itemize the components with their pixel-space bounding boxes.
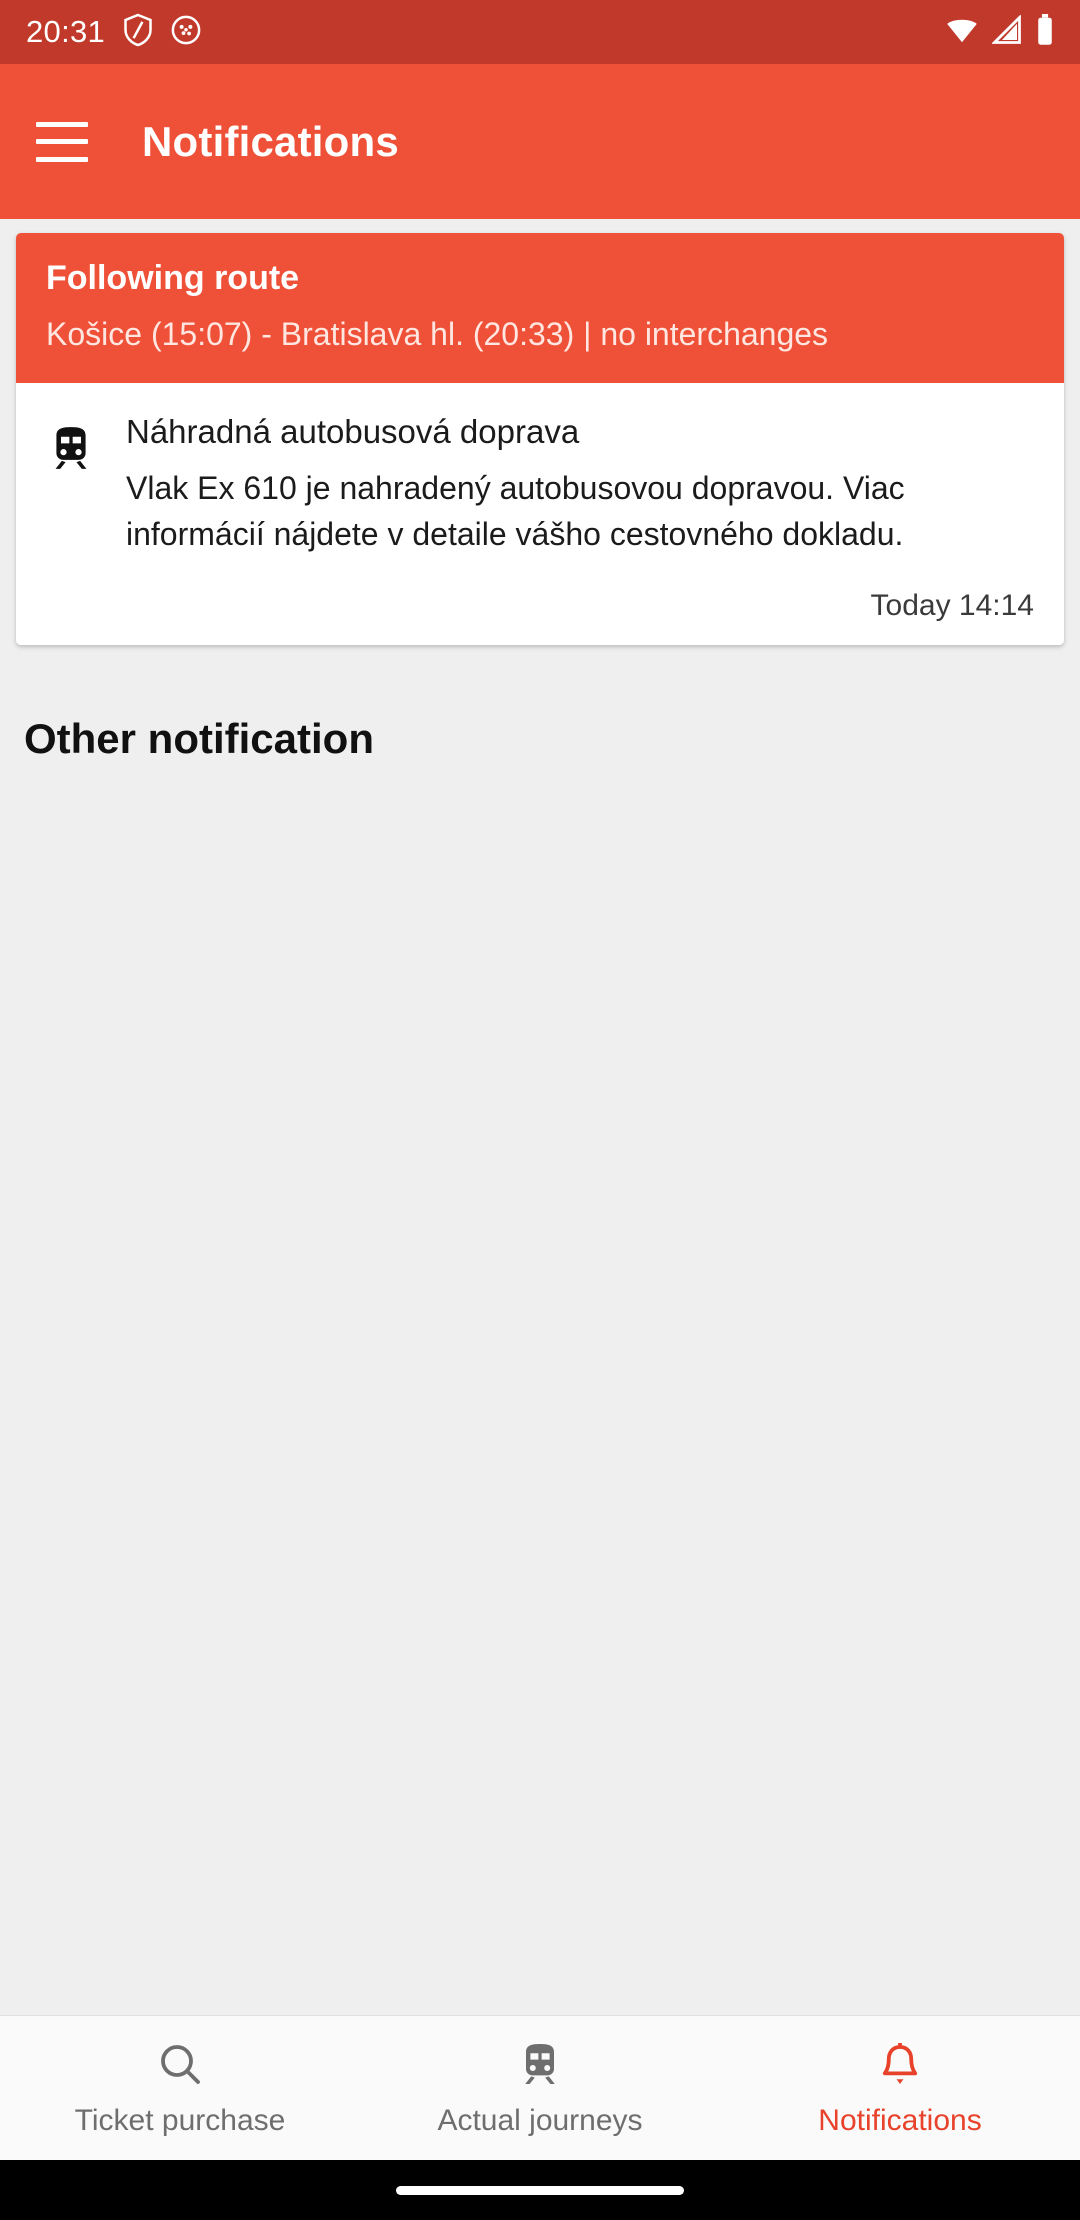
notification-text-block: Náhradná autobusová doprava Vlak Ex 610 … bbox=[104, 411, 1034, 557]
notification-timestamp: Today 14:14 bbox=[870, 589, 1034, 623]
status-bar-right bbox=[946, 13, 1054, 51]
nav-item-notifications[interactable]: Notifications bbox=[720, 2038, 1080, 2138]
search-icon bbox=[156, 2038, 204, 2090]
home-indicator[interactable] bbox=[396, 2185, 684, 2195]
battery-icon bbox=[1036, 13, 1054, 51]
bottom-navigation-bar: Ticket purchase Actual journeys Notifica… bbox=[0, 2015, 1080, 2160]
shield-icon bbox=[123, 13, 153, 52]
page-title: Notifications bbox=[142, 117, 399, 165]
wifi-icon bbox=[946, 15, 978, 50]
cellular-signal-icon bbox=[991, 13, 1022, 50]
nav-item-actual-journeys[interactable]: Actual journeys bbox=[360, 2038, 720, 2138]
notification-description: Vlak Ex 610 je nahradený autobusovou dop… bbox=[126, 470, 905, 552]
route-summary: Košice (15:07) - Bratislava hl. (20:33) … bbox=[46, 315, 829, 352]
status-bar-clock: 20:31 bbox=[26, 14, 106, 49]
app-screen: 20:31 Notifications Following route Koši… bbox=[0, 0, 1080, 2220]
content-area: Following route Košice (15:07) - Bratisl… bbox=[0, 219, 1080, 2015]
nav-label-actual-journeys: Actual journeys bbox=[437, 2104, 643, 2137]
train-icon bbox=[516, 2038, 564, 2090]
following-route-title: Following route bbox=[46, 259, 300, 297]
status-bar-left: 20:31 bbox=[26, 13, 201, 52]
notification-card[interactable]: Following route Košice (15:07) - Bratisl… bbox=[16, 233, 1064, 646]
app-bar: Notifications bbox=[0, 64, 1080, 219]
status-bar: 20:31 bbox=[0, 0, 1080, 64]
notification-card-body: Náhradná autobusová doprava Vlak Ex 610 … bbox=[16, 383, 1064, 646]
nav-label-notifications: Notifications bbox=[818, 2104, 982, 2137]
notification-title: Náhradná autobusová doprava bbox=[126, 413, 580, 451]
train-icon bbox=[46, 411, 104, 478]
system-gesture-bar bbox=[0, 2160, 1080, 2220]
nav-item-ticket-purchase[interactable]: Ticket purchase bbox=[0, 2038, 360, 2138]
bell-icon bbox=[876, 2038, 924, 2090]
nav-label-ticket-purchase: Ticket purchase bbox=[74, 2104, 286, 2137]
hamburger-menu-icon[interactable] bbox=[36, 121, 88, 162]
notification-card-header: Following route Košice (15:07) - Bratisl… bbox=[16, 233, 1064, 384]
notification-row: Náhradná autobusová doprava Vlak Ex 610 … bbox=[46, 411, 1034, 557]
other-notification-heading: Other notification bbox=[24, 715, 374, 763]
app-badge-icon bbox=[171, 15, 201, 50]
